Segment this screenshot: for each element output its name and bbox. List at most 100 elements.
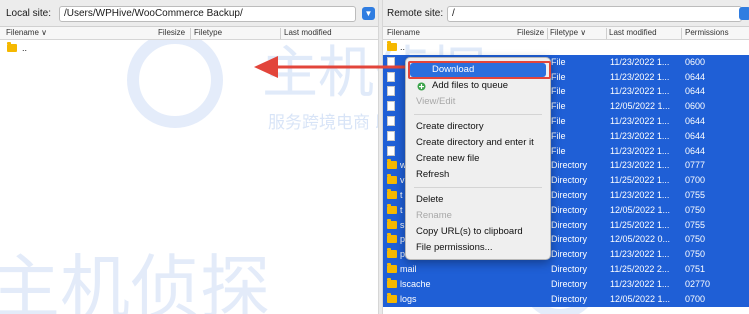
remote-row-name: s — [400, 219, 405, 230]
local-col-filename[interactable]: Filename ∨ — [6, 28, 47, 37]
remote-row[interactable]: logs Directory 12/05/2022 1... 0700 — [383, 291, 749, 307]
remote-row-filetype: Directory — [551, 234, 588, 245]
file-icon — [387, 86, 395, 97]
local-col-filesize[interactable]: Filesize — [158, 28, 185, 37]
remote-row-filetype: Directory — [551, 219, 588, 230]
remote-row-lastmodified: 11/23/2022 1... — [610, 71, 670, 82]
remote-row-filetype: File — [551, 145, 566, 156]
chevron-down-icon: ▼ — [364, 9, 373, 18]
remote-row-lastmodified: 11/23/2022 1... — [610, 86, 670, 97]
remote-row[interactable]: .. — [383, 40, 749, 55]
folder-icon — [387, 174, 397, 185]
folder-icon — [387, 233, 397, 244]
remote-row-permissions: 0750 — [685, 234, 706, 245]
remote-row-lastmodified: 11/25/2022 2... — [610, 264, 670, 274]
menu-item-file-permissions[interactable]: File permissions... — [410, 241, 546, 255]
menu-item-copy-url[interactable]: Copy URL(s) to clipboard — [410, 225, 546, 239]
remote-row-permissions: 0644 — [685, 145, 706, 156]
local-path-input[interactable]: /Users/WPHive/WooCommerce Backup/ — [59, 6, 356, 22]
remote-row-filetype: Directory — [551, 160, 588, 171]
menu-item-create-directory[interactable]: Create directory — [410, 120, 546, 134]
remote-row-lastmodified: 11/23/2022 1... — [610, 116, 670, 126]
menu-separator — [414, 187, 542, 188]
menu-item-add-to-queue[interactable]: Add files to queue — [410, 79, 546, 93]
remote-site-label: Remote site: — [387, 8, 444, 19]
remote-col-filetype[interactable]: Filetype ∨ — [550, 28, 586, 37]
remote-path-input[interactable]: / — [447, 6, 742, 22]
remote-row-filetype: Directory — [551, 249, 588, 260]
remote-site-bar: Remote site: / — [383, 0, 749, 27]
remote-col-permissions[interactable]: Permissions — [685, 28, 729, 37]
local-site-bar: Local site: /Users/WPHive/WooCommerce Ba… — [0, 0, 378, 27]
remote-row-filetype: Directory — [551, 204, 588, 215]
menu-item-rename: Rename — [416, 210, 452, 221]
folder-icon — [387, 189, 397, 199]
remote-row-name: logs — [400, 293, 417, 304]
remote-row-filetype: File — [551, 56, 566, 67]
remote-row-lastmodified: 12/05/2022 0... — [610, 234, 671, 245]
remote-col-lastmodified[interactable]: Last modified — [609, 28, 657, 37]
folder-icon — [7, 42, 17, 52]
remote-col-filesize[interactable]: Filesize — [517, 28, 544, 37]
remote-row-permissions: 0755 — [685, 219, 706, 230]
remote-path-dropdown-button[interactable] — [739, 7, 749, 20]
annotation-arrow — [254, 56, 408, 78]
menu-item-delete[interactable]: Delete — [410, 193, 546, 207]
folder-icon — [387, 292, 397, 303]
folder-icon — [387, 248, 397, 259]
folder-icon — [387, 41, 397, 51]
remote-row-lastmodified: 12/05/2022 1... — [610, 204, 671, 215]
remote-row-lastmodified: 11/23/2022 1... — [610, 130, 670, 141]
local-col-filetype[interactable]: Filetype — [194, 28, 222, 37]
remote-column-header: Filename Filesize Filetype ∨ Last modifi… — [383, 27, 749, 40]
remote-row-lastmodified: 11/23/2022 1... — [610, 249, 670, 260]
remote-row-lastmodified: 11/23/2022 1... — [610, 160, 670, 171]
remote-row-name: t — [400, 204, 403, 215]
remote-row-permissions: 0750 — [685, 249, 706, 260]
remote-row-permissions: 0755 — [685, 190, 706, 200]
remote-row-filetype: File — [551, 116, 566, 126]
remote-row-filetype: File — [551, 86, 566, 97]
remote-row-filetype: File — [551, 101, 566, 112]
remote-row-lastmodified: 12/05/2022 1... — [610, 293, 671, 304]
remote-row-name: t — [400, 190, 403, 200]
file-icon — [387, 145, 395, 156]
remote-row-lastmodified: 12/05/2022 1... — [610, 101, 671, 112]
remote-row-permissions: 0644 — [685, 130, 706, 141]
file-icon — [387, 130, 395, 141]
remote-row-permissions: 0777 — [685, 160, 706, 171]
remote-row-filetype: Directory — [551, 264, 588, 274]
download-annotation-box — [408, 61, 551, 79]
menu-separator — [414, 114, 542, 115]
remote-row-lastmodified: 11/23/2022 1... — [610, 278, 670, 289]
local-site-label: Local site: — [6, 8, 52, 19]
menu-item-refresh[interactable]: Refresh — [410, 168, 546, 182]
file-icon — [387, 101, 395, 112]
folder-icon — [387, 159, 397, 170]
folder-icon — [387, 203, 397, 214]
folder-icon — [387, 277, 397, 288]
remote-row-lastmodified: 11/23/2022 1... — [610, 190, 670, 200]
remote-row-permissions: 0600 — [685, 101, 706, 112]
local-column-header: Filename ∨ Filesize Filetype Last modifi… — [0, 27, 378, 40]
local-path-dropdown-button[interactable]: ▼ — [362, 7, 375, 20]
menu-item-view-edit: View/Edit — [416, 96, 456, 107]
remote-col-filename[interactable]: Filename — [387, 28, 420, 37]
remote-row-permissions: 0600 — [685, 56, 706, 67]
remote-row-filetype: File — [551, 130, 566, 141]
remote-row-filetype: Directory — [551, 175, 588, 186]
remote-row-permissions: 0751 — [685, 264, 706, 274]
remote-row[interactable]: lscache Directory 11/23/2022 1... 02770 — [383, 276, 749, 292]
menu-item-create-directory-enter[interactable]: Create directory and enter it — [410, 136, 546, 150]
remote-row-permissions: 02770 — [685, 278, 711, 289]
remote-row-permissions: 0644 — [685, 86, 706, 97]
remote-row[interactable]: mail Directory 11/25/2022 2... 0751 — [383, 262, 749, 277]
menu-item-create-file[interactable]: Create new file — [410, 152, 546, 166]
local-col-lastmodified[interactable]: Last modified — [284, 28, 332, 37]
remote-row-permissions: 0750 — [685, 204, 706, 215]
folder-icon — [387, 218, 397, 229]
remote-row-name: v — [400, 175, 405, 186]
remote-row-filetype: Directory — [551, 190, 588, 200]
local-pane: Local site: /Users/WPHive/WooCommerce Ba… — [0, 0, 378, 314]
file-icon — [387, 116, 395, 126]
